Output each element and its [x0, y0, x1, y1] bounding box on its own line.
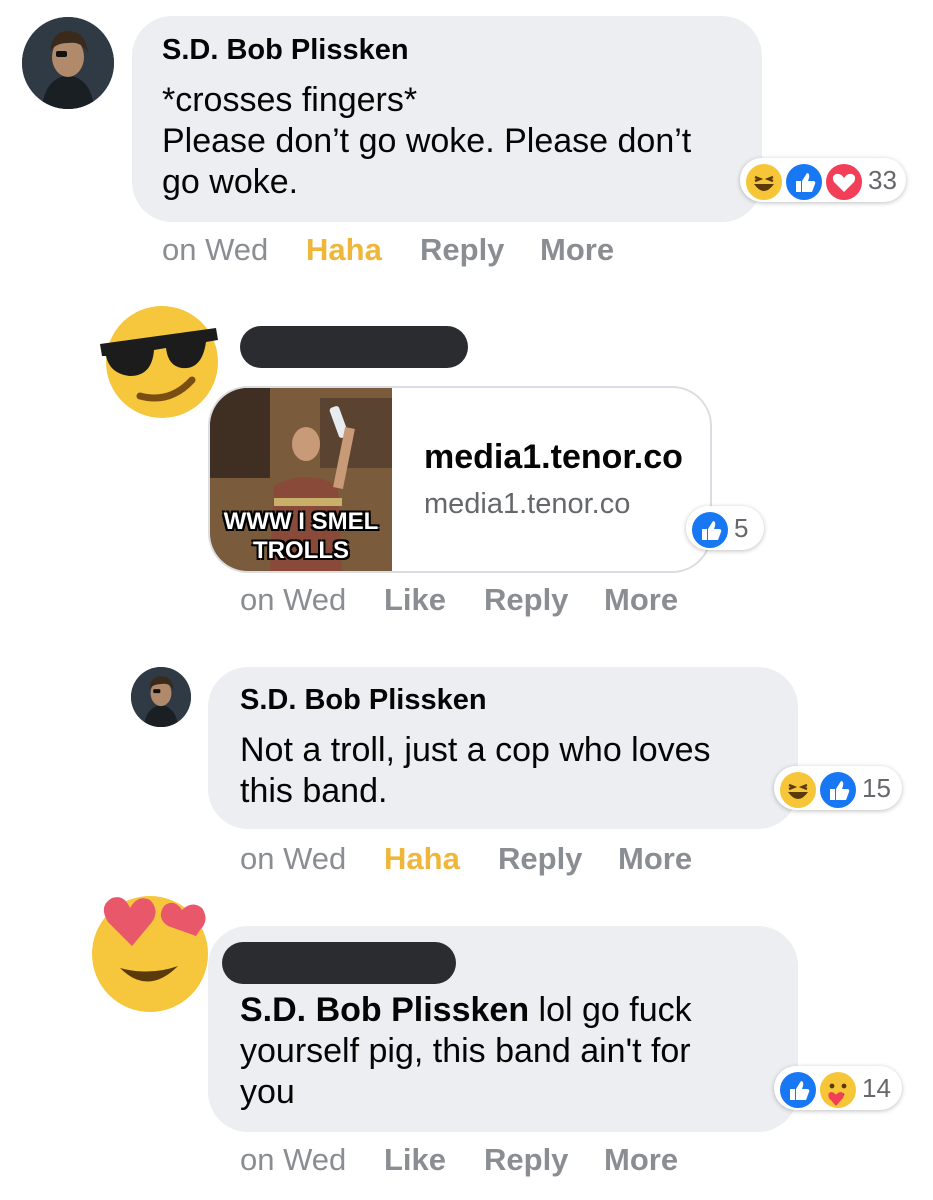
link-title[interactable]: media1.tenor.co [424, 438, 683, 477]
like-reaction-icon [690, 510, 730, 550]
profile-photo [131, 667, 191, 727]
comment-actions: on Wed Haha Reply More [240, 841, 740, 881]
comment-text: *crosses fingers* Please don’t go woke. … [162, 80, 691, 203]
comment-author[interactable]: S.D. Bob Plissken [162, 34, 409, 67]
commenter-avatar[interactable] [131, 667, 191, 727]
like-button[interactable]: Like [384, 582, 446, 618]
comment-line: Please don’t go woke. Please don’t [162, 122, 692, 160]
comment-line: yourself pig, this band ain't for [240, 1032, 691, 1070]
reaction-summary[interactable]: 33 [740, 158, 906, 202]
comment-actions: on Wed Like Reply More [240, 1142, 740, 1182]
like-button[interactable]: Like [384, 1142, 446, 1178]
redacted-author-name [240, 326, 468, 368]
reply-button[interactable]: Reply [484, 582, 568, 618]
like-reaction-icon [818, 770, 858, 810]
reply-button[interactable]: Reply [498, 841, 582, 877]
comment-author[interactable]: S.D. Bob Plissken [240, 684, 487, 717]
gif-caption-line: TROLLS [253, 537, 349, 564]
reaction-summary[interactable]: 15 [774, 766, 902, 810]
comment-line: Not a troll, just a cop who loves [240, 731, 711, 769]
haha-button[interactable]: Haha [306, 232, 382, 268]
reaction-count: 5 [734, 513, 749, 543]
reaction-count: 14 [862, 1073, 891, 1103]
comment-line: go woke. [162, 163, 299, 201]
like-reaction-icon [784, 162, 824, 202]
love-reaction-icon [824, 162, 864, 202]
commenter-avatar[interactable] [22, 17, 114, 109]
haha-button[interactable]: Haha [384, 841, 460, 877]
care-reaction-icon [818, 1070, 858, 1110]
haha-reaction-icon [778, 770, 818, 810]
comment-text: Not a troll, just a cop who loves this b… [240, 730, 711, 812]
comment-timestamp[interactable]: on Wed [162, 232, 268, 268]
mentioned-user-tag[interactable]: S.D. Bob Plissken [240, 991, 529, 1029]
comment-text: S.D. Bob Plissken lol go fuck yourself p… [240, 990, 780, 1113]
comment-timestamp[interactable]: on Wed [240, 841, 346, 877]
reply-button[interactable]: Reply [420, 232, 504, 268]
link-domain: media1.tenor.co [424, 488, 631, 520]
reaction-count: 33 [868, 165, 897, 195]
heart-eyes-emoji-avatar[interactable] [86, 888, 214, 1016]
comment-line: *crosses fingers* [162, 81, 418, 119]
profile-photo [22, 17, 114, 109]
comment-timestamp[interactable]: on Wed [240, 1142, 346, 1178]
comment-line: S.D. Bob Plissken lol go fuck [240, 990, 780, 1031]
sunglasses-emoji-avatar[interactable] [96, 300, 224, 428]
like-reaction-icon [778, 1070, 818, 1110]
sunglasses-face-icon [100, 306, 218, 418]
reaction-count: 15 [862, 773, 891, 803]
redacted-author-name [222, 942, 456, 984]
comment-line: this band. [240, 772, 388, 810]
more-button[interactable]: More [604, 582, 678, 618]
reaction-summary[interactable]: 14 [774, 1066, 902, 1110]
haha-reaction-icon [744, 162, 784, 202]
comment-line: you [240, 1073, 295, 1111]
heart-eyes-face-icon [92, 896, 208, 1012]
comment-line-rest: lol go fuck [529, 991, 692, 1029]
reply-button[interactable]: Reply [484, 1142, 568, 1178]
more-button[interactable]: More [618, 841, 692, 877]
gif-thumbnail[interactable]: WWW I SMEL TROLLS [210, 388, 392, 571]
comment-actions: on Wed Like Reply More [240, 582, 740, 622]
comment-timestamp[interactable]: on Wed [240, 582, 346, 618]
gif-caption-line: WWW I SMEL [223, 508, 379, 535]
link-preview-card[interactable]: WWW I SMEL TROLLS media1.tenor.co media1… [208, 386, 712, 573]
more-button[interactable]: More [604, 1142, 678, 1178]
more-button[interactable]: More [540, 232, 614, 268]
reaction-summary[interactable]: 5 [686, 506, 764, 550]
comment-actions: on Wed Haha Reply More [162, 232, 662, 272]
